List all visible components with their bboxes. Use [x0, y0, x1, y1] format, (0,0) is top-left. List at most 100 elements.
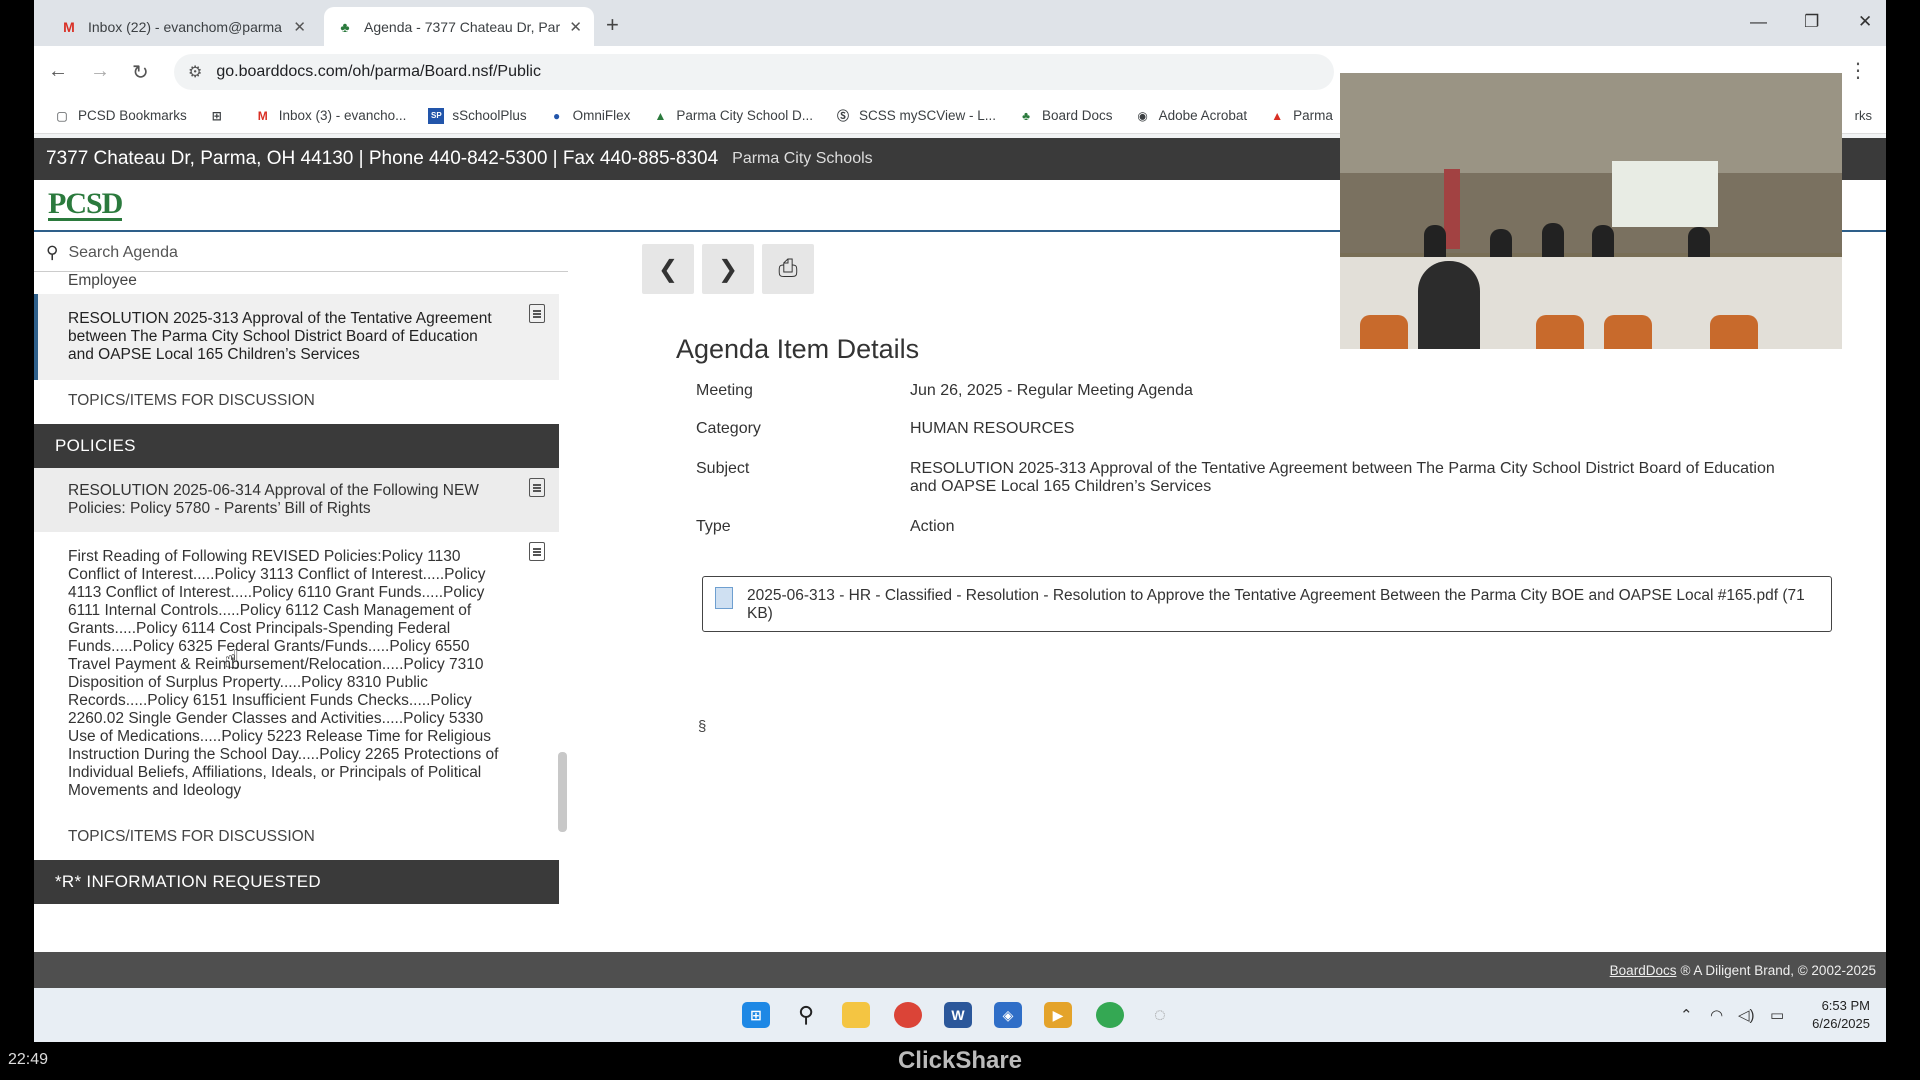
clock-date: 6/26/2025	[1812, 1016, 1870, 1031]
chevron-right-icon: ❯	[717, 255, 739, 283]
bookmark-sschoolplus[interactable]: SP sSchoolPlus	[428, 107, 527, 124]
windows-start-icon[interactable]: ⊞	[742, 1002, 770, 1028]
battery-icon[interactable]: ▭	[1770, 1006, 1784, 1024]
back-icon[interactable]: ←	[48, 60, 68, 83]
chevron-left-icon: ❮	[657, 255, 679, 283]
agenda-item-topics-2[interactable]: TOPICS/ITEMS FOR DISCUSSION	[34, 816, 559, 860]
video-person	[1424, 225, 1446, 261]
category-label: Category	[696, 420, 761, 437]
attachment-link[interactable]: 2025-06-313 - HR - Classified - Resoluti…	[702, 576, 1832, 632]
close-icon[interactable]: ✕	[569, 18, 582, 36]
other-bookmarks[interactable]: rks	[1855, 108, 1872, 123]
meeting-video-feed	[1340, 73, 1842, 349]
volume-icon[interactable]: ◁)	[1738, 1006, 1755, 1024]
gmail-icon: M	[257, 108, 268, 123]
agenda-item-revised-policies[interactable]: First Reading of Following REVISED Polic…	[34, 532, 559, 816]
address-bar[interactable]: ⚙ go.boarddocs.com/oh/parma/Board.nsf/Pu…	[174, 54, 1334, 90]
close-icon[interactable]: ✕	[293, 18, 306, 36]
site-settings-icon[interactable]: ⚙	[188, 62, 202, 82]
restore-icon[interactable]: ❐	[1804, 12, 1819, 32]
loading-icon[interactable]: ◌	[1146, 1002, 1174, 1028]
bookmark-omniflex[interactable]: ● OmniFlex	[549, 108, 630, 124]
attachment-name: 2025-06-313 - HR - Classified - Resoluti…	[747, 587, 1805, 622]
wifi-icon[interactable]: ◠	[1710, 1006, 1723, 1024]
page-footer: BoardDocs ® A Diligent Brand, © 2002-202…	[34, 952, 1886, 988]
bookmark-inbox[interactable]: M Inbox (3) - evancho...	[255, 108, 407, 124]
shield-icon[interactable]: ◈	[994, 1002, 1022, 1028]
agenda-item-list: Employee RESOLUTION 2025-313 Approval of…	[34, 272, 559, 904]
clickshare-label: ClickShare	[897, 1047, 1023, 1074]
video-wall	[1340, 173, 1842, 253]
district-name: Parma City Schools	[732, 150, 873, 167]
agenda-sidebar: ⚲ Search Agenda Employee RESOLUTION 2025…	[34, 234, 568, 928]
browser-menu-icon[interactable]: ⋮	[1848, 58, 1868, 83]
bookmark-label: sSchoolPlus	[452, 108, 527, 123]
previous-item-button[interactable]: ❮	[642, 244, 694, 294]
acrobat-red-icon: ▲	[1271, 108, 1284, 123]
chrome-active-icon[interactable]	[1096, 1002, 1124, 1028]
video-chair	[1536, 315, 1584, 349]
search-agenda-input[interactable]: ⚲ Search Agenda	[34, 234, 568, 272]
word-icon[interactable]: W	[944, 1002, 972, 1028]
document-icon	[529, 542, 545, 561]
apps-button[interactable]: ⊞	[209, 108, 233, 124]
file-explorer-icon[interactable]	[842, 1002, 870, 1028]
section-information-requested[interactable]: *R* INFORMATION REQUESTED	[34, 860, 559, 904]
video-flag	[1444, 169, 1460, 249]
bookmark-label: Parma	[1293, 108, 1333, 123]
print-button[interactable]: ⎙	[762, 244, 814, 294]
agenda-item-fragment[interactable]: Employee	[34, 272, 559, 294]
bookmark-adobe-acrobat[interactable]: ◉ Adobe Acrobat	[1135, 108, 1247, 124]
agenda-item-text: RESOLUTION 2025-313 Approval of the Tent…	[68, 310, 492, 363]
bookmark-label: PCSD Bookmarks	[78, 108, 187, 123]
new-tab-icon[interactable]: +	[606, 12, 619, 38]
chevron-up-icon[interactable]: ⌃	[1680, 1006, 1693, 1024]
document-icon	[529, 304, 545, 323]
page-title: Agenda Item Details	[676, 334, 920, 364]
bookmark-label: Inbox (3) - evancho...	[278, 108, 407, 123]
video-table	[1340, 257, 1842, 349]
system-clock[interactable]: 6:53 PM 6/26/2025	[1812, 997, 1870, 1033]
tab-agenda[interactable]: ♣ Agenda - 7377 Chateau Dr, Par ✕	[324, 7, 594, 46]
reload-icon[interactable]: ↻	[132, 60, 149, 85]
sidebar-scrollbar[interactable]	[558, 752, 567, 832]
folder-icon: ▢	[56, 108, 68, 123]
next-item-button[interactable]: ❯	[702, 244, 754, 294]
bookmark-label: Parma City School D...	[676, 108, 813, 123]
search-icon[interactable]: ⚲	[792, 1002, 820, 1028]
bookmark-parma-city-school[interactable]: ▲ Parma City School D...	[652, 108, 813, 124]
chrome-icon[interactable]	[894, 1002, 922, 1028]
windows-taskbar: ⊞ ⚲ W ◈ ▶ ◌ ⌃ ◠ ◁) ▭ 6:53 PM 6/26/2025	[34, 988, 1886, 1042]
video-audience-member	[1418, 261, 1480, 349]
video-chair	[1710, 315, 1758, 349]
district-address: 7377 Chateau Dr, Parma, OH 44130 | Phone…	[46, 148, 719, 169]
apps-grid-icon: ⊞	[211, 108, 222, 123]
subject-label: Subject	[696, 460, 750, 477]
gmail-icon: M	[63, 18, 75, 35]
window-close-icon[interactable]: ✕	[1858, 12, 1872, 32]
agenda-item-text: RESOLUTION 2025-06-314 Approval of the F…	[68, 482, 479, 517]
clickshare-bar: 22:49 ClickShare	[0, 1042, 1920, 1080]
tab-inbox[interactable]: M Inbox (22) - evanchom@parma ✕	[48, 7, 318, 46]
acrobat-icon: ◉	[1137, 108, 1148, 123]
bookmark-folder-pcsd[interactable]: ▢ PCSD Bookmarks	[54, 108, 187, 124]
hand-cursor-icon: ☝	[224, 644, 240, 674]
screen: M Inbox (22) - evanchom@parma ✕ ♣ Agenda…	[34, 0, 1886, 1042]
forward-icon[interactable]: →	[90, 60, 110, 83]
bookmark-parma[interactable]: ▲ Parma	[1269, 108, 1333, 124]
bookmark-scss[interactable]: Ⓢ SCSS mySCView - L...	[835, 108, 996, 124]
section-policies[interactable]: POLICIES	[34, 424, 559, 468]
ssp-icon: SP	[428, 107, 445, 124]
type-label: Type	[696, 518, 731, 535]
media-icon[interactable]: ▶	[1044, 1002, 1072, 1028]
minimize-icon[interactable]: —	[1750, 12, 1767, 32]
agenda-item-policy-5780[interactable]: RESOLUTION 2025-06-314 Approval of the F…	[34, 468, 559, 532]
subject-value: RESOLUTION 2025-313 Approval of the Tent…	[910, 460, 1775, 495]
bookmark-board-docs[interactable]: ♣ Board Docs	[1018, 108, 1112, 124]
agenda-item-selected[interactable]: RESOLUTION 2025-313 Approval of the Tent…	[34, 294, 559, 380]
search-placeholder: Search Agenda	[68, 243, 178, 261]
pcsd-logo: PCSD	[48, 187, 123, 221]
agenda-item-topics[interactable]: TOPICS/ITEMS FOR DISCUSSION	[34, 380, 559, 424]
search-icon: ⚲	[46, 242, 59, 262]
boarddocs-link[interactable]: BoardDocs	[1610, 963, 1677, 978]
